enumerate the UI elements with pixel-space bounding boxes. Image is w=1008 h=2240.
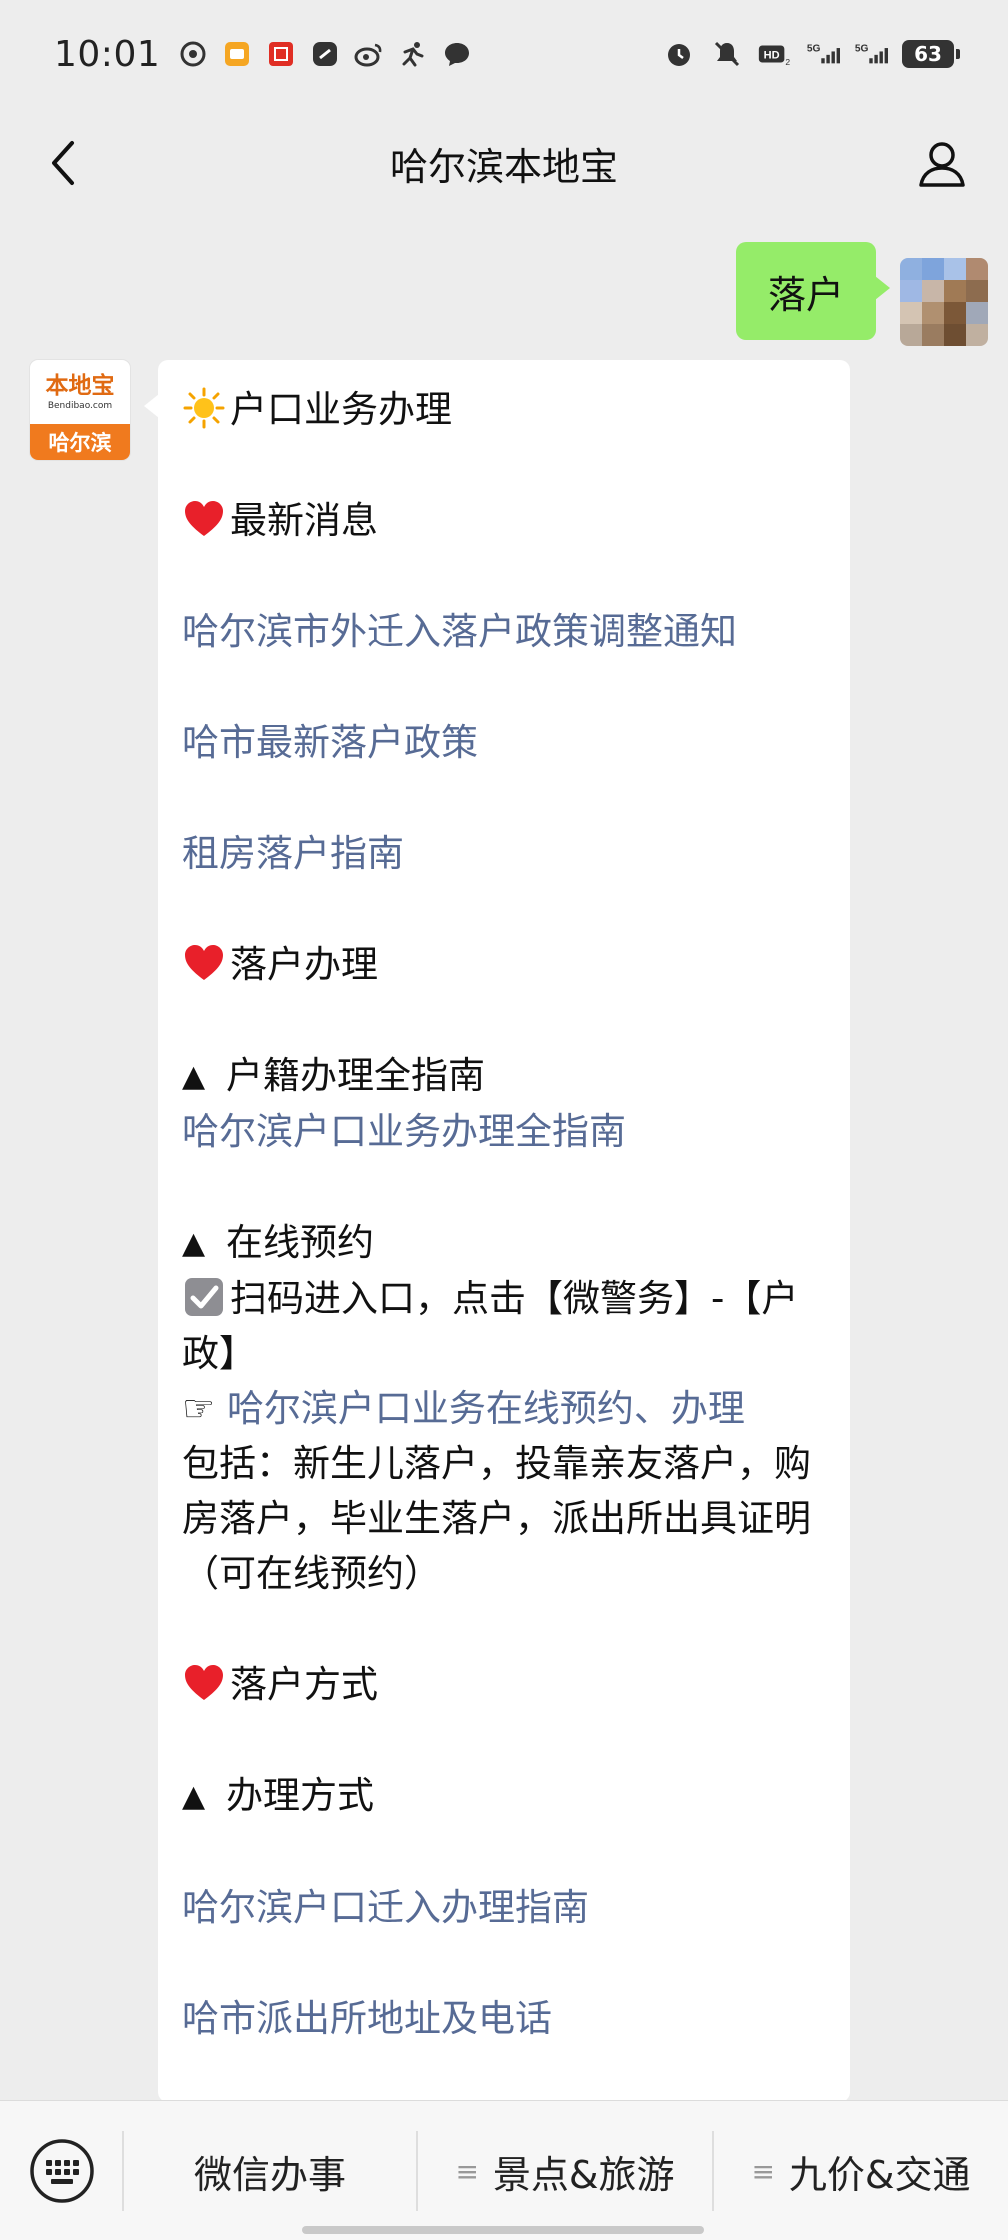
online-label: ▲ 在线预约	[182, 1215, 826, 1271]
menu-item-label: 九价&交通	[788, 2152, 971, 2197]
news-heading-text: 最新消息	[230, 499, 378, 542]
triangle-icon: ▲	[182, 1226, 206, 1261]
chat-area[interactable]: 落户 本地宝 Bendibao.com 哈尔滨 户口业务办理 最新消息 哈尔滨市…	[0, 218, 1008, 2100]
menu-lines-icon: ≡	[455, 2154, 479, 2188]
bot-avatar-url: Bendibao.com	[47, 400, 113, 411]
link-online-booking[interactable]: 哈尔滨户口业务在线预约、办理	[227, 1387, 745, 1430]
status-left: 10:01	[54, 34, 472, 75]
keyboard-icon	[30, 2139, 94, 2203]
netease-icon	[178, 39, 208, 69]
user-message-bubble[interactable]: 落户	[735, 242, 891, 340]
method-heading: 落户方式	[182, 1657, 826, 1712]
signal-5g-icon: 5G	[806, 39, 840, 69]
checkbox-icon	[185, 1278, 223, 1316]
section-title-text: 户口业务办理	[230, 388, 452, 431]
menu-item-label: 景点&旅游	[492, 2152, 675, 2197]
keyboard-toggle-button[interactable]	[28, 2137, 96, 2205]
status-time: 10:01	[54, 33, 161, 75]
back-button[interactable]	[36, 136, 90, 190]
menu-item-label: 微信办事	[193, 2152, 346, 2197]
handle-label-text: 办理方式	[226, 1774, 374, 1817]
menu-item-attractions-travel[interactable]: ≡ 景点&旅游	[418, 2131, 712, 2211]
triangle-icon: ▲	[182, 1779, 206, 1814]
bot-avatar-city: 哈尔滨	[30, 424, 130, 460]
mute-icon	[710, 39, 744, 69]
svg-text:5G: 5G	[855, 43, 869, 54]
user-message-text: 落户	[767, 272, 844, 317]
online-booking-line: ☞ 哈尔滨户口业务在线预约、办理	[182, 1381, 826, 1436]
bot-avatar[interactable]: 本地宝 Bendibao.com 哈尔滨	[30, 360, 130, 460]
link-police-station[interactable]: 哈市派出所地址及电话	[182, 1991, 826, 2046]
user-message-row: 落户	[735, 230, 988, 346]
section-title: 户口业务办理	[182, 382, 826, 437]
handle-label: ▲ 办理方式	[182, 1768, 826, 1824]
bottom-menu: 微信办事 ≡ 景点&旅游 ≡ 九价&交通	[0, 2100, 1008, 2240]
battery-indicator: 63	[902, 40, 960, 68]
svg-text:2: 2	[785, 57, 790, 67]
news-heading: 最新消息	[182, 493, 826, 548]
svg-text:5G: 5G	[807, 43, 821, 54]
triangle-icon: ▲	[182, 1059, 206, 1094]
bot-message-row: 本地宝 Bendibao.com 哈尔滨 户口业务办理 最新消息 哈尔滨市外迁入…	[30, 360, 850, 2100]
link-policy-adjustment[interactable]: 哈尔滨市外迁入落户政策调整通知	[182, 604, 826, 659]
process-heading-text: 落户办理	[230, 943, 378, 986]
includes-text: 包括：新生儿落户，投靠亲友落户，购房落户，毕业生落户，派出所出具证明（可在线预约…	[182, 1442, 811, 1595]
status-bar: 10:01 HD 2 5G 5G 63	[0, 0, 1008, 108]
status-right: HD 2 5G 5G 63	[662, 39, 960, 69]
notification-icons	[178, 39, 472, 69]
guide-label-text: 户籍办理全指南	[226, 1054, 485, 1097]
link-rental-guide[interactable]: 租房落户指南	[182, 826, 826, 881]
back-arrow-icon	[52, 141, 74, 185]
link-migration-guide[interactable]: 哈尔滨户口迁入办理指南	[182, 1880, 826, 1935]
weibo-icon	[354, 39, 384, 69]
bot-avatar-brand: 本地宝	[45, 371, 115, 399]
link-full-guide[interactable]: 哈尔滨户口业务办理全指南	[182, 1104, 826, 1159]
scan-instruction-text: 扫码进入口，点击【微警务】-【户政】	[182, 1277, 799, 1375]
home-indicator[interactable]	[302, 2226, 704, 2234]
heart-icon	[185, 501, 223, 536]
store-app-icon	[266, 39, 296, 69]
signal-5g-icon: 5G	[854, 39, 888, 69]
process-heading: 落户办理	[182, 937, 826, 992]
sun-icon	[183, 387, 225, 429]
menu-item-vaccine-transport[interactable]: ≡ 九价&交通	[714, 2131, 1008, 2211]
link-app-icon	[310, 39, 340, 69]
svg-text:HD: HD	[764, 49, 780, 61]
title-bar: 哈尔滨本地宝	[0, 108, 1008, 218]
profile-button[interactable]	[912, 134, 972, 194]
fitness-icon	[398, 39, 428, 69]
person-icon	[919, 142, 965, 187]
heart-icon	[185, 945, 223, 980]
bot-avatar-logo: 本地宝 Bendibao.com	[30, 360, 130, 424]
heart-icon	[185, 1665, 223, 1700]
pointer-icon: ☞	[182, 1387, 216, 1430]
method-heading-text: 落户方式	[230, 1663, 378, 1706]
chat-icon	[442, 39, 472, 69]
user-avatar[interactable]	[900, 258, 988, 346]
online-label-text: 在线预约	[226, 1221, 374, 1264]
hd-icon: HD 2	[758, 39, 792, 69]
alarm-icon	[662, 39, 696, 69]
scan-instruction: 扫码进入口，点击【微警务】-【户政】	[182, 1271, 826, 1381]
bot-message-bubble: 户口业务办理 最新消息 哈尔滨市外迁入落户政策调整通知 哈市最新落户政策 租房落…	[144, 360, 850, 2100]
menu-lines-icon: ≡	[751, 2154, 775, 2188]
shopping-app-icon	[222, 39, 252, 69]
guide-label: ▲ 户籍办理全指南	[182, 1048, 826, 1104]
link-latest-policy[interactable]: 哈市最新落户政策	[182, 715, 826, 770]
menu-item-wechat-services[interactable]: 微信办事	[124, 2131, 416, 2211]
page-title: 哈尔滨本地宝	[389, 144, 618, 189]
